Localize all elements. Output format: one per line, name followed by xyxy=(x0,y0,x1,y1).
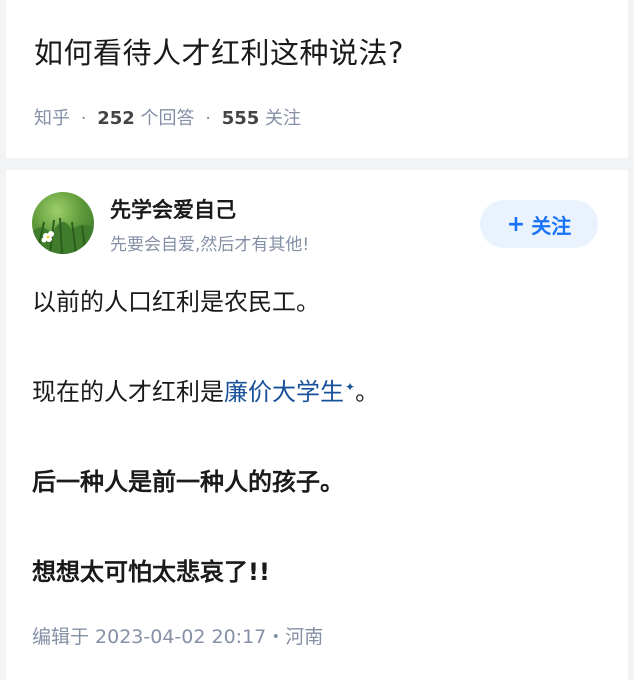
follow-button[interactable]: + 关注 xyxy=(480,200,598,248)
question-card: 如何看待人才红利这种说法? 知乎 · 252 个回答 · 555 关注 xyxy=(6,0,628,158)
answer-card: 先学会爱自己 先要会自爱,然后才有其他! + 关注 以前的人口红利是农民工。 现… xyxy=(6,170,628,680)
followers-count: 555 xyxy=(221,108,260,129)
sparkle-icon: ✦ xyxy=(345,380,356,394)
followers-unit: 关注 xyxy=(265,108,302,129)
avatar-image xyxy=(32,217,94,254)
answers-unit: 个回答 xyxy=(140,108,195,129)
follow-label: 关注 xyxy=(531,213,572,238)
answer-paragraph-2: 现在的人才红利是廉价大学生✦。 xyxy=(32,372,379,407)
edit-info: 编辑于 2023-04-02 20:17・河南 xyxy=(32,626,324,648)
answer-paragraph-3: 后一种人是前一种人的孩子。 xyxy=(32,468,344,496)
search-link[interactable]: 廉价大学生 xyxy=(224,378,344,406)
author-bio: 先要会自爱,然后才有其他! xyxy=(110,235,310,255)
paragraph-2-suffix: 。 xyxy=(355,378,380,406)
meta-separator: · xyxy=(80,108,87,129)
paragraph-2-prefix: 现在的人才红利是 xyxy=(32,378,224,406)
avatar[interactable] xyxy=(32,192,94,254)
answer-paragraph-1: 以前的人口红利是农民工。 xyxy=(32,288,320,316)
answer-paragraph-4: 想想太可怕太悲哀了!! xyxy=(32,558,270,586)
plus-icon: + xyxy=(506,211,526,237)
question-title[interactable]: 如何看待人才红利这种说法? xyxy=(34,30,404,72)
author-name[interactable]: 先学会爱自己 xyxy=(110,194,236,224)
meta-separator: · xyxy=(205,108,211,129)
answers-count: 252 xyxy=(97,108,135,129)
question-meta: 知乎 · 252 个回答 · 555 关注 xyxy=(34,104,301,130)
source-label: 知乎 xyxy=(34,108,70,129)
